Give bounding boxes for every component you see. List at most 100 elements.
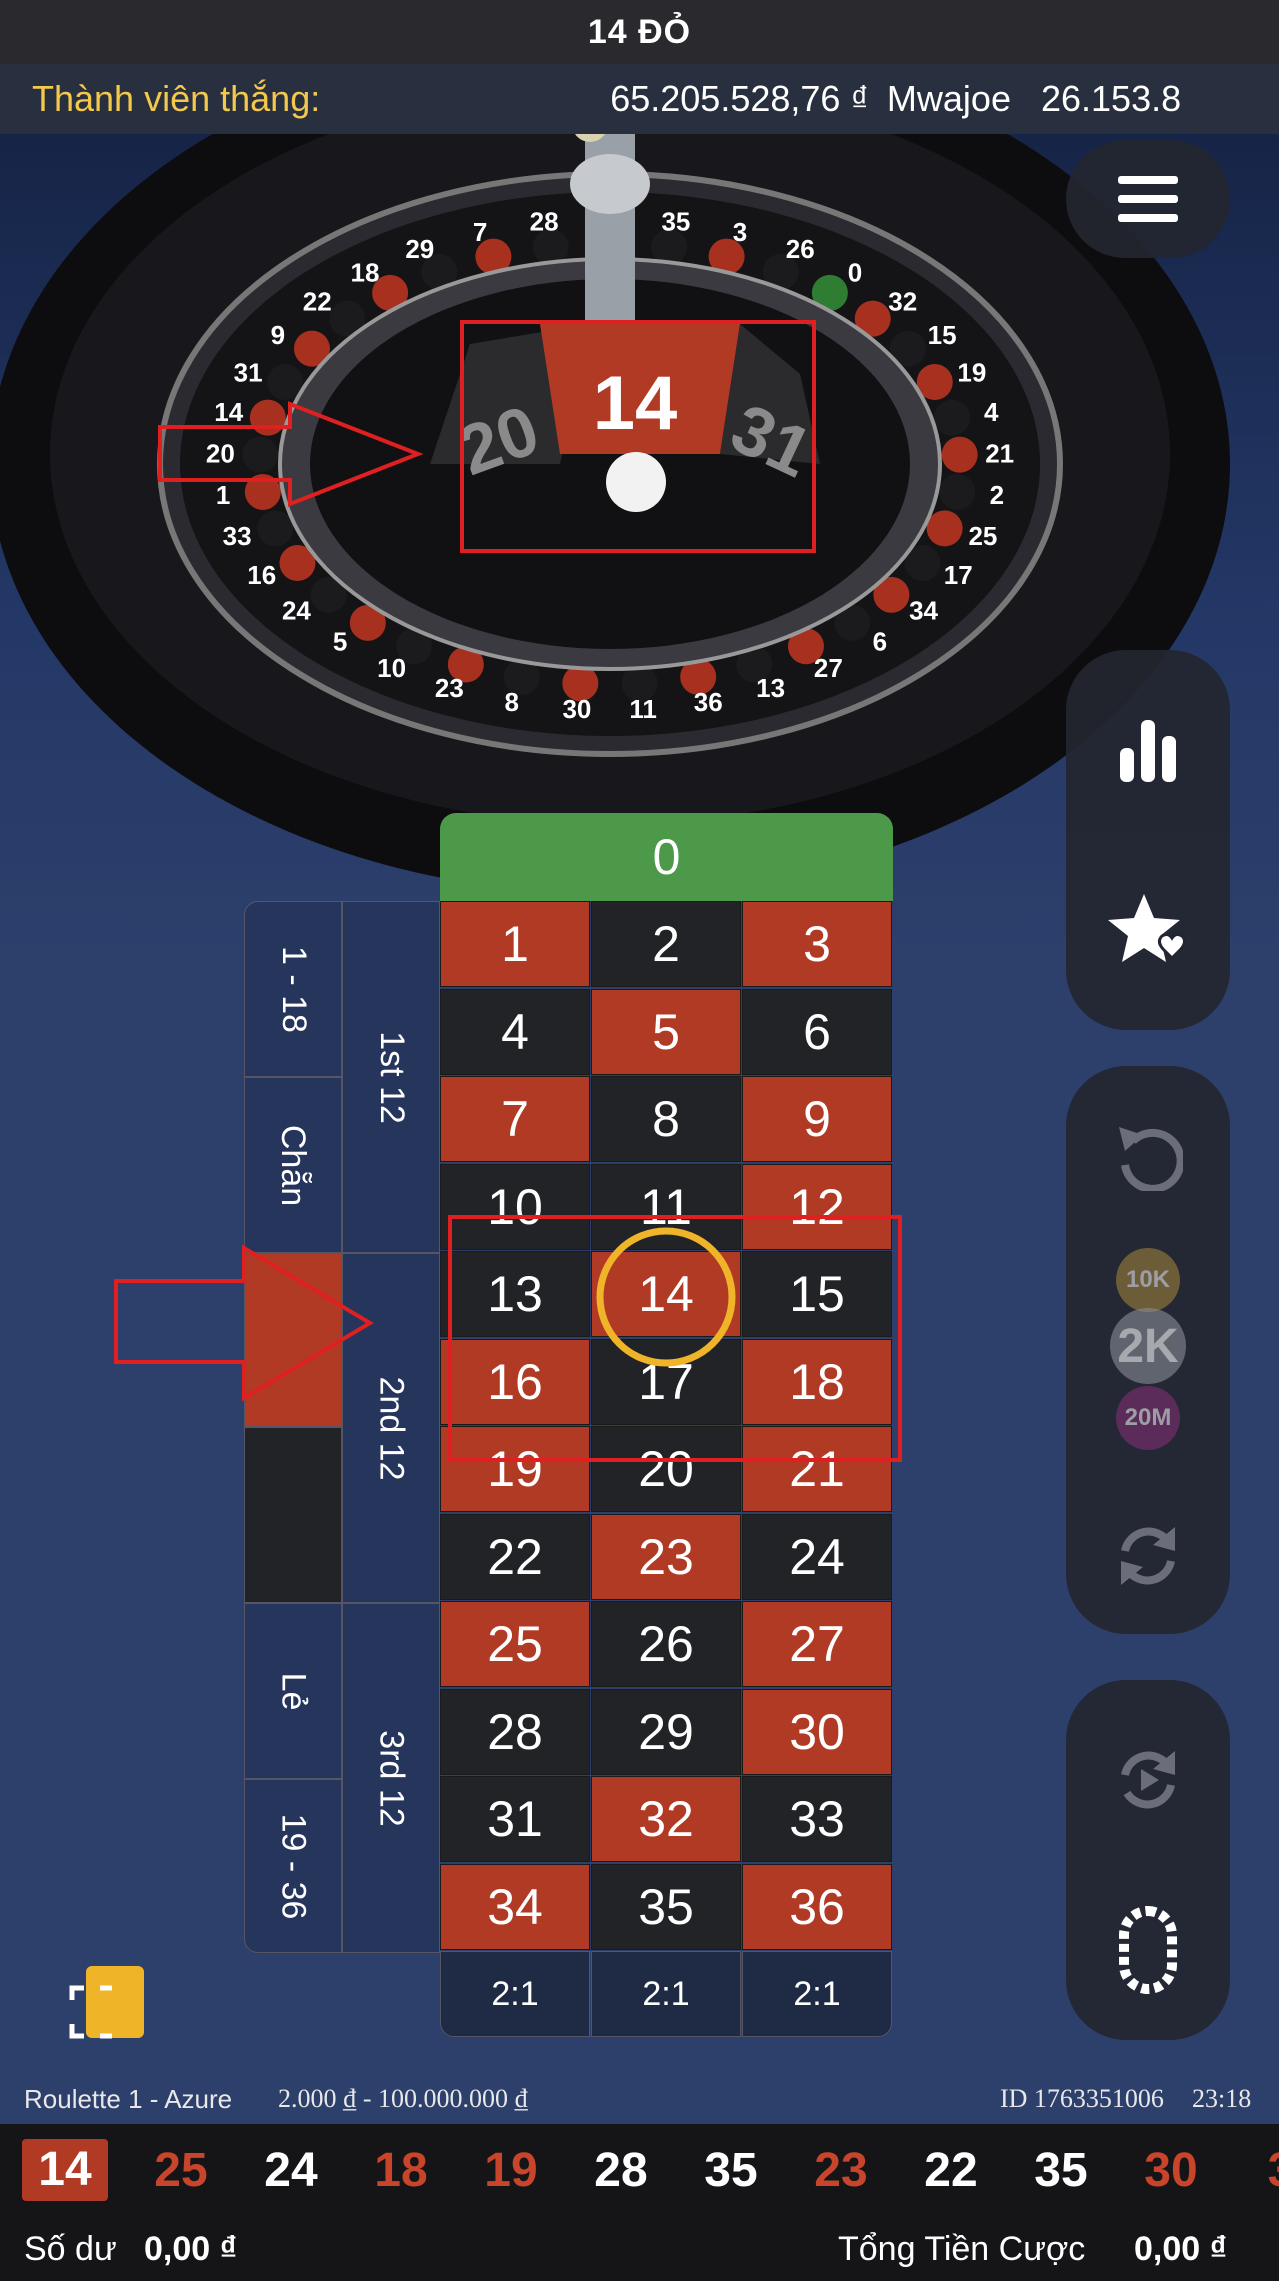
chip-selector[interactable]: 10K 2K 20M [1066, 1240, 1230, 1460]
wheel-rim-number: 15 [928, 320, 957, 350]
history-number: 35 [1034, 2143, 1088, 2197]
wheel-rim-number: 32 [888, 286, 917, 316]
bet-number-2[interactable]: 2 [591, 901, 741, 987]
bet-number-10[interactable]: 10 [440, 1163, 590, 1250]
result-history[interactable]: 14 25 24 18 19 28 35 23 22 35 30 3 [0, 2124, 1279, 2216]
bet-number-1[interactable]: 1 [440, 901, 590, 987]
bet-number-23[interactable]: 23 [591, 1513, 741, 1600]
total-bet-value: 0,00 ₫ [1134, 2230, 1228, 2268]
column-bet-1[interactable]: 2:1 [440, 1951, 590, 2037]
wheel-rim-number: 21 [985, 439, 1014, 469]
wheel-rim-number: 20 [206, 439, 235, 469]
total-bet-label: Tổng Tiền Cược [838, 2230, 1086, 2268]
bet-odd[interactable]: Lẻ [244, 1603, 342, 1779]
stats-favorites-panel [1066, 650, 1230, 1030]
bet-number-19[interactable]: 19 [440, 1426, 590, 1512]
autoplay-button[interactable] [1066, 1720, 1230, 1840]
bet-number-17[interactable]: 17 [591, 1338, 741, 1425]
stats-button[interactable] [1066, 690, 1230, 810]
bet-number-26[interactable]: 26 [591, 1601, 741, 1687]
bet-number-32[interactable]: 32 [591, 1776, 741, 1862]
wheel-rim-number: 22 [303, 286, 332, 316]
bet-number-27[interactable]: 27 [742, 1601, 892, 1687]
wheel-pocket [934, 399, 971, 436]
bet-19-36[interactable]: 19 - 36 [244, 1779, 342, 1953]
bet-zero[interactable]: 0 [440, 813, 893, 901]
menu-icon [1118, 176, 1178, 222]
bet-1-18[interactable]: 1 - 18 [244, 901, 342, 1077]
bet-number-36[interactable]: 36 [742, 1863, 892, 1950]
bet-number-15[interactable]: 15 [742, 1251, 892, 1337]
fullscreen-icon [69, 1966, 144, 2039]
history-number: 3 [1226, 2143, 1279, 2198]
bet-number-18[interactable]: 18 [742, 1338, 892, 1425]
bet-number-25[interactable]: 25 [440, 1601, 590, 1687]
bet-number-35[interactable]: 35 [591, 1863, 741, 1950]
bet-number-13[interactable]: 13 [440, 1251, 590, 1337]
undo-button[interactable] [1066, 1096, 1230, 1216]
wheel-pocket [249, 399, 286, 436]
bet-number-8[interactable]: 8 [591, 1076, 741, 1162]
bet-number-12[interactable]: 12 [742, 1163, 892, 1250]
wheel-rim-number: 4 [984, 397, 999, 427]
bet-number-5[interactable]: 5 [591, 988, 741, 1075]
clock: 23:18 [1192, 2084, 1252, 2113]
bet-number-21[interactable]: 21 [742, 1426, 892, 1512]
chip-20m[interactable]: 20M [1116, 1386, 1180, 1450]
winner-name: Mwajoe [886, 78, 1011, 119]
bet-dozen-1[interactable]: 1st 12 [342, 901, 440, 1253]
bet-number-7[interactable]: 7 [440, 1076, 590, 1162]
wheel-rim-number: 29 [405, 234, 434, 264]
wheel-rim-number: 28 [530, 207, 559, 237]
column-bet-2[interactable]: 2:1 [591, 1951, 741, 2037]
bet-number-29[interactable]: 29 [591, 1688, 741, 1775]
history-number: 30 [1144, 2143, 1198, 2197]
history-number: 23 [814, 2143, 868, 2197]
bet-number-6[interactable]: 6 [742, 988, 892, 1075]
bet-number-11[interactable]: 11 [591, 1163, 741, 1250]
favorites-button[interactable] [1066, 870, 1230, 990]
bet-number-4[interactable]: 4 [440, 988, 590, 1075]
bet-dozen-3[interactable]: 3rd 12 [342, 1603, 440, 1953]
history-number: 25 [154, 2143, 208, 2197]
bet-number-16[interactable]: 16 [440, 1338, 590, 1425]
bet-number-14[interactable]: 14 [591, 1251, 741, 1337]
column-bet-3[interactable]: 2:1 [742, 1951, 892, 2037]
wheel-rim-number: 10 [377, 653, 406, 683]
menu-button[interactable] [1066, 140, 1230, 258]
bet-red[interactable] [244, 1253, 342, 1427]
wheel-pocket [941, 436, 978, 473]
chip-10k[interactable]: 10K [1116, 1248, 1180, 1312]
wheel-rim-number: 33 [223, 521, 252, 551]
wheel-rim-number: 8 [504, 687, 518, 717]
bet-dozen-2[interactable]: 2nd 12 [342, 1253, 440, 1603]
wheel-rim-number: 13 [756, 673, 785, 703]
bet-number-3[interactable]: 3 [742, 901, 892, 987]
result-title: 14 ĐỎ [0, 0, 1279, 64]
wheel-rim-number: 6 [873, 627, 887, 657]
bar-chart-icon [1120, 720, 1176, 782]
bet-number-20[interactable]: 20 [591, 1426, 741, 1512]
bet-number-33[interactable]: 33 [742, 1776, 892, 1862]
repeat-icon [1121, 1527, 1175, 1585]
fullscreen-button[interactable] [68, 1966, 144, 2042]
bet-black[interactable] [244, 1427, 342, 1603]
autoplay-panel [1066, 1680, 1230, 2040]
bet-number-22[interactable]: 22 [440, 1513, 590, 1600]
bet-number-24[interactable]: 24 [742, 1513, 892, 1600]
bet-number-34[interactable]: 34 [440, 1863, 590, 1950]
bet-number-30[interactable]: 30 [742, 1688, 892, 1775]
wheel-rim-number: 35 [661, 207, 690, 237]
undo-icon [1119, 1127, 1183, 1191]
bet-number-9[interactable]: 9 [742, 1076, 892, 1162]
bet-number-31[interactable]: 31 [440, 1776, 590, 1862]
chip-2k[interactable]: 2K [1110, 1308, 1186, 1384]
racetrack-button[interactable] [1066, 1880, 1230, 2020]
wheel-rim-number: 16 [247, 560, 276, 590]
betting-board: 0 1 2 3 4 5 6 7 8 9 10 11 12 13 14 15 16 17 18 19 20 21 22 23 2… [440, 813, 895, 2041]
bet-even[interactable]: Chẵn [244, 1077, 342, 1253]
history-number: 35 [704, 2143, 758, 2197]
outside-bets: 1 - 18 Chẵn Lẻ 19 - 36 1st 12 2nd 12 3rd… [244, 901, 440, 1953]
bet-number-28[interactable]: 28 [440, 1688, 590, 1775]
repeat-button[interactable] [1066, 1496, 1230, 1616]
